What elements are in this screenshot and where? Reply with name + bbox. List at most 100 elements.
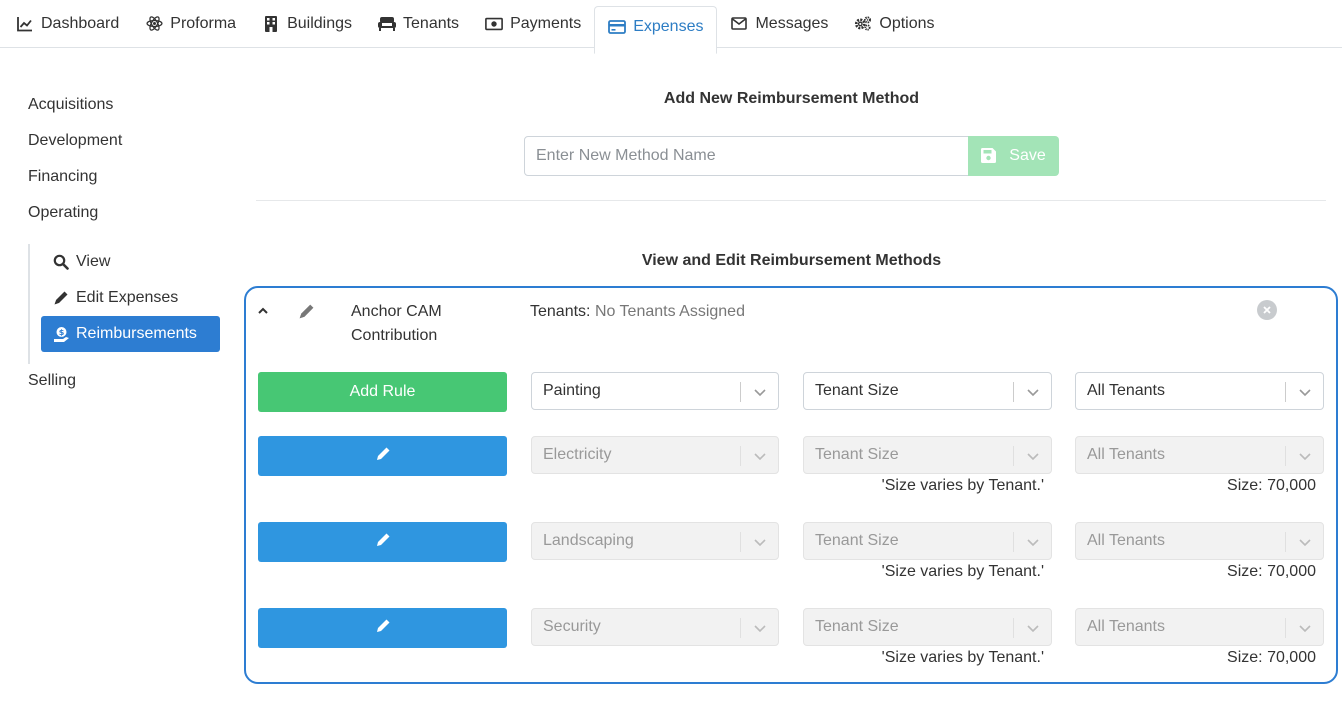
select-value: Tenant Size	[815, 532, 899, 549]
tab-label: Messages	[755, 14, 829, 32]
chevron-down-icon	[1298, 385, 1312, 399]
pencil-icon	[375, 532, 391, 553]
subnav-line	[28, 244, 30, 364]
save-icon	[981, 148, 997, 164]
select-separator	[1013, 382, 1014, 402]
basis-note: 'Size varies by Tenant.'	[881, 563, 1044, 580]
chart-line-icon	[16, 15, 34, 33]
size-note: Size: 70,000	[1227, 563, 1316, 580]
basis-note: 'Size varies by Tenant.'	[881, 649, 1044, 666]
sidebar-item-development[interactable]: Development	[28, 132, 122, 150]
select-separator	[1013, 532, 1014, 552]
building-icon	[262, 15, 280, 33]
select-value: Landscaping	[543, 532, 634, 549]
chevron-down-icon	[753, 449, 767, 463]
save-button[interactable]: Save	[968, 136, 1059, 176]
add-method-heading: Add New Reimbursement Method	[663, 90, 920, 107]
rule-tenants-select: All Tenants	[1075, 608, 1324, 646]
section-divider	[256, 200, 1326, 201]
sidebar-item-acquisitions[interactable]: Acquisitions	[28, 96, 113, 114]
sidebar-item-operating[interactable]: Operating	[28, 204, 98, 222]
cogs-icon	[854, 15, 872, 33]
envelope-icon	[730, 15, 748, 33]
save-button-label: Save	[1009, 147, 1046, 164]
tab-label: Dashboard	[41, 14, 120, 32]
tenants-label: Tenants:	[530, 303, 591, 320]
select-value: All Tenants	[1087, 446, 1165, 463]
edit-method-name-pencil-icon[interactable]	[298, 303, 315, 320]
sidebar-subitem-label: Edit Expenses	[76, 289, 179, 306]
chevron-down-icon	[753, 535, 767, 549]
rule-tenants-select: All Tenants	[1075, 522, 1324, 560]
rule-expense-select: Landscaping	[531, 522, 779, 560]
credit-card-icon	[608, 18, 627, 36]
select-value: Tenant Size	[815, 618, 899, 635]
select-value: Tenant Size	[815, 446, 899, 463]
new-rule-expense-select[interactable]: Painting	[531, 372, 779, 410]
tab-proforma[interactable]: Proforma	[132, 0, 249, 47]
chevron-down-icon	[1298, 621, 1312, 635]
sidebar-subitem-reimbursements[interactable]: $ Reimbursements	[41, 316, 220, 352]
select-separator	[1013, 446, 1014, 466]
couch-icon	[378, 15, 397, 33]
select-value: Tenant Size	[815, 382, 899, 399]
money-bill-icon	[485, 15, 503, 33]
edit-rule-button[interactable]	[258, 608, 507, 648]
rule-tenants-select: All Tenants	[1075, 436, 1324, 474]
chevron-down-icon	[1026, 621, 1040, 635]
rule-expense-select: Electricity	[531, 436, 779, 474]
svg-text:$: $	[58, 328, 64, 337]
sidebar-item-selling[interactable]: Selling	[28, 372, 76, 390]
chevron-down-icon	[1298, 535, 1312, 549]
select-separator	[740, 532, 741, 552]
rule-basis-select: Tenant Size	[803, 436, 1052, 474]
select-value: All Tenants	[1087, 532, 1165, 549]
rule-expense-select: Security	[531, 608, 779, 646]
select-separator	[1285, 382, 1286, 402]
new-method-name-input[interactable]	[524, 136, 970, 176]
add-rule-button[interactable]: Add Rule	[258, 372, 507, 412]
pencil-icon	[52, 289, 70, 307]
select-separator	[740, 446, 741, 466]
basis-note: 'Size varies by Tenant.'	[881, 477, 1044, 494]
sidebar-subitem-edit-expenses[interactable]: Edit Expenses	[41, 280, 220, 316]
chevron-down-icon	[1298, 449, 1312, 463]
top-tab-bar: Dashboard Proforma Buildings Tenants Pay…	[0, 0, 1342, 54]
tenants-value: No Tenants Assigned	[594, 303, 745, 320]
sidebar-subitem-label: View	[76, 253, 111, 270]
select-value: All Tenants	[1087, 618, 1165, 635]
atom-icon	[145, 15, 163, 33]
search-icon	[52, 253, 70, 271]
chevron-down-icon	[1026, 449, 1040, 463]
new-rule-tenants-select[interactable]: All Tenants	[1075, 372, 1324, 410]
rule-basis-select: Tenant Size	[803, 608, 1052, 646]
select-value: Electricity	[543, 446, 612, 463]
select-separator	[740, 618, 741, 638]
tab-expenses[interactable]: Expenses	[594, 6, 718, 54]
tab-label: Options	[879, 14, 935, 32]
sidebar-item-financing[interactable]: Financing	[28, 168, 97, 186]
tab-payments[interactable]: Payments	[472, 0, 594, 47]
chevron-down-icon	[1026, 535, 1040, 549]
tab-label: Proforma	[170, 14, 237, 32]
edit-rule-button[interactable]	[258, 436, 507, 476]
sidebar-subitem-view[interactable]: View	[41, 244, 220, 280]
new-rule-basis-select[interactable]: Tenant Size	[803, 372, 1052, 410]
select-separator	[1285, 618, 1286, 638]
size-note: Size: 70,000	[1227, 477, 1316, 494]
tab-options[interactable]: Options	[841, 0, 947, 47]
size-note: Size: 70,000	[1227, 649, 1316, 666]
delete-method-close-icon[interactable]	[1257, 300, 1277, 320]
select-value: Painting	[543, 382, 601, 399]
select-value: All Tenants	[1087, 382, 1165, 399]
chevron-up-icon[interactable]	[256, 304, 270, 318]
tab-tenants[interactable]: Tenants	[365, 0, 472, 47]
tab-messages[interactable]: Messages	[717, 0, 841, 47]
edit-methods-heading: View and Edit Reimbursement Methods	[641, 252, 942, 269]
money-hand-icon: $	[52, 325, 70, 343]
select-separator	[740, 382, 741, 402]
select-separator	[1013, 618, 1014, 638]
tab-dashboard[interactable]: Dashboard	[3, 0, 132, 47]
tab-buildings[interactable]: Buildings	[249, 0, 365, 47]
edit-rule-button[interactable]	[258, 522, 507, 562]
